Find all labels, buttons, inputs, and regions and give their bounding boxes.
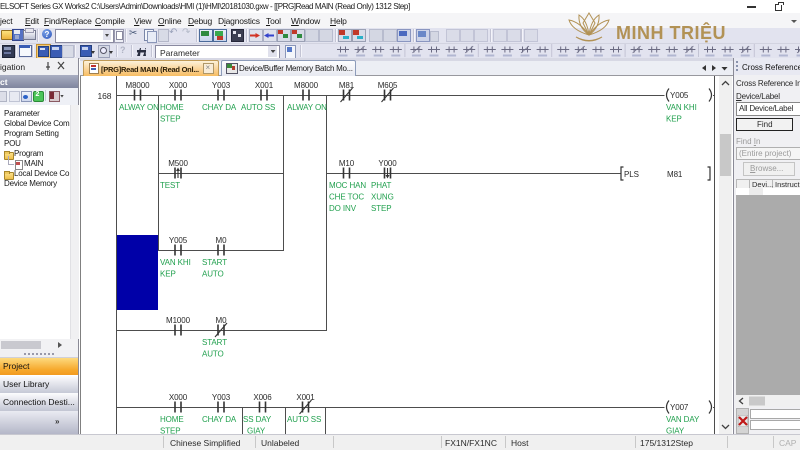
svg-text:M0: M0 bbox=[216, 316, 228, 325]
svg-text:START: START bbox=[202, 258, 227, 267]
svg-text:TEST: TEST bbox=[160, 181, 180, 190]
svg-text:AUTO SS: AUTO SS bbox=[241, 103, 275, 112]
svg-text:XUNG: XUNG bbox=[371, 193, 394, 202]
svg-text:M605: M605 bbox=[378, 81, 398, 90]
svg-text:AUTO: AUTO bbox=[202, 270, 224, 279]
svg-text:X001: X001 bbox=[255, 81, 274, 90]
svg-text:STEP: STEP bbox=[160, 427, 181, 435]
svg-text:X000: X000 bbox=[169, 393, 188, 402]
svg-text:SS DAY: SS DAY bbox=[243, 415, 272, 424]
svg-text:Y000: Y000 bbox=[378, 159, 397, 168]
svg-text:VAN DAY: VAN DAY bbox=[666, 415, 700, 424]
svg-text:AUTO SS: AUTO SS bbox=[287, 415, 321, 424]
svg-text:Y005: Y005 bbox=[169, 236, 188, 245]
svg-text:GIAY: GIAY bbox=[666, 427, 685, 435]
svg-text:M81: M81 bbox=[667, 170, 683, 179]
svg-text:ALWAY ON: ALWAY ON bbox=[287, 103, 327, 112]
svg-text:M10: M10 bbox=[339, 159, 355, 168]
svg-text:CHAY DA: CHAY DA bbox=[202, 103, 237, 112]
svg-text:168: 168 bbox=[98, 91, 112, 101]
svg-text:KEP: KEP bbox=[666, 115, 682, 124]
svg-text:KEP: KEP bbox=[160, 270, 176, 279]
svg-text:DO INV: DO INV bbox=[329, 204, 357, 213]
svg-text:M8000: M8000 bbox=[126, 81, 151, 90]
svg-text:M500: M500 bbox=[168, 159, 188, 168]
svg-text:VAN KHI: VAN KHI bbox=[666, 103, 697, 112]
svg-text:M8000: M8000 bbox=[294, 81, 319, 90]
svg-text:VAN KHI: VAN KHI bbox=[160, 258, 191, 267]
svg-text:X000: X000 bbox=[169, 81, 188, 90]
svg-text:HOME: HOME bbox=[160, 415, 184, 424]
svg-text:X001: X001 bbox=[296, 393, 315, 402]
svg-text:CHE TOC: CHE TOC bbox=[329, 193, 364, 202]
svg-text:PHAT: PHAT bbox=[371, 181, 392, 190]
svg-text:MOC HAN: MOC HAN bbox=[329, 181, 366, 190]
svg-text:CHAY DA: CHAY DA bbox=[202, 415, 237, 424]
svg-text:M0: M0 bbox=[216, 236, 228, 245]
svg-text:ALWAY ON: ALWAY ON bbox=[119, 103, 159, 112]
svg-text:STEP: STEP bbox=[371, 204, 392, 213]
svg-text:Y003: Y003 bbox=[212, 81, 231, 90]
svg-text:GIAY: GIAY bbox=[247, 427, 266, 435]
svg-text:MINH TRIỆU: MINH TRIỆU bbox=[616, 22, 726, 43]
svg-text:Y007: Y007 bbox=[670, 403, 689, 412]
svg-text:M81: M81 bbox=[339, 81, 355, 90]
svg-text:STEP: STEP bbox=[160, 115, 181, 124]
svg-text:HOME: HOME bbox=[160, 103, 184, 112]
svg-text:M1000: M1000 bbox=[166, 316, 191, 325]
svg-text:Y003: Y003 bbox=[212, 393, 231, 402]
svg-text:PLS: PLS bbox=[624, 170, 639, 179]
svg-text:X006: X006 bbox=[253, 393, 272, 402]
svg-text:AUTO: AUTO bbox=[202, 350, 224, 359]
svg-text:Y005: Y005 bbox=[670, 91, 689, 100]
svg-text:START: START bbox=[202, 338, 227, 347]
